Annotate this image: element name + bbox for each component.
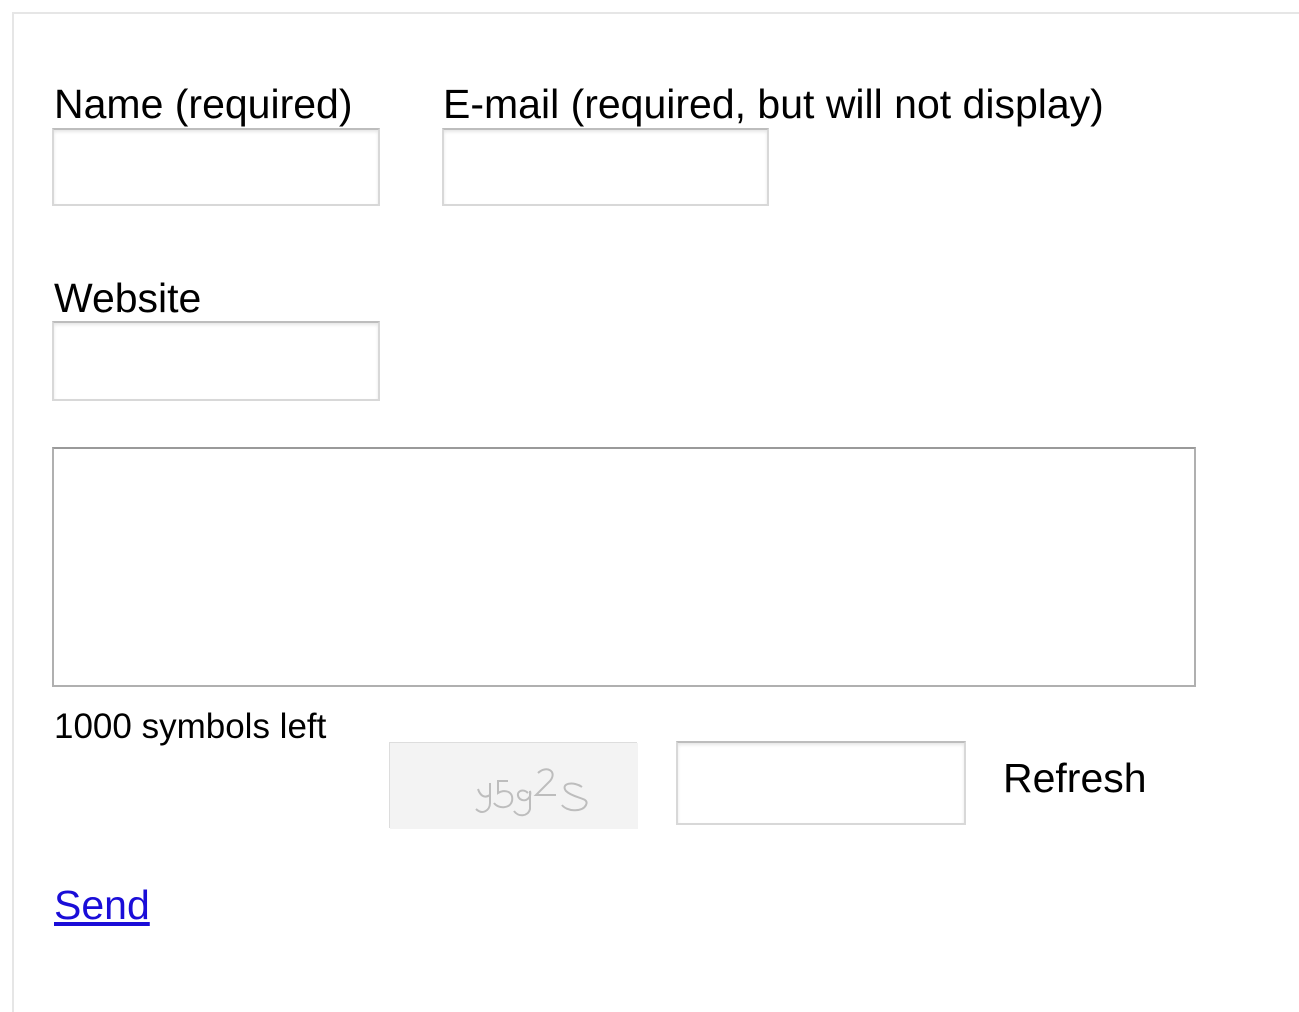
message-textarea[interactable]	[52, 447, 1196, 687]
symbols-left-counter: 1000 symbols left	[54, 707, 327, 746]
captcha-image	[389, 742, 638, 829]
email-label: E-mail (required, but will not display)	[443, 81, 1104, 127]
refresh-captcha-link[interactable]: Refresh	[1003, 754, 1147, 802]
website-label: Website	[54, 275, 202, 321]
website-field[interactable]	[52, 321, 380, 401]
captcha-input[interactable]	[676, 741, 966, 825]
email-field[interactable]	[442, 128, 769, 206]
name-label: Name (required)	[54, 81, 353, 127]
name-field[interactable]	[52, 128, 380, 206]
send-link[interactable]: Send	[54, 881, 150, 929]
